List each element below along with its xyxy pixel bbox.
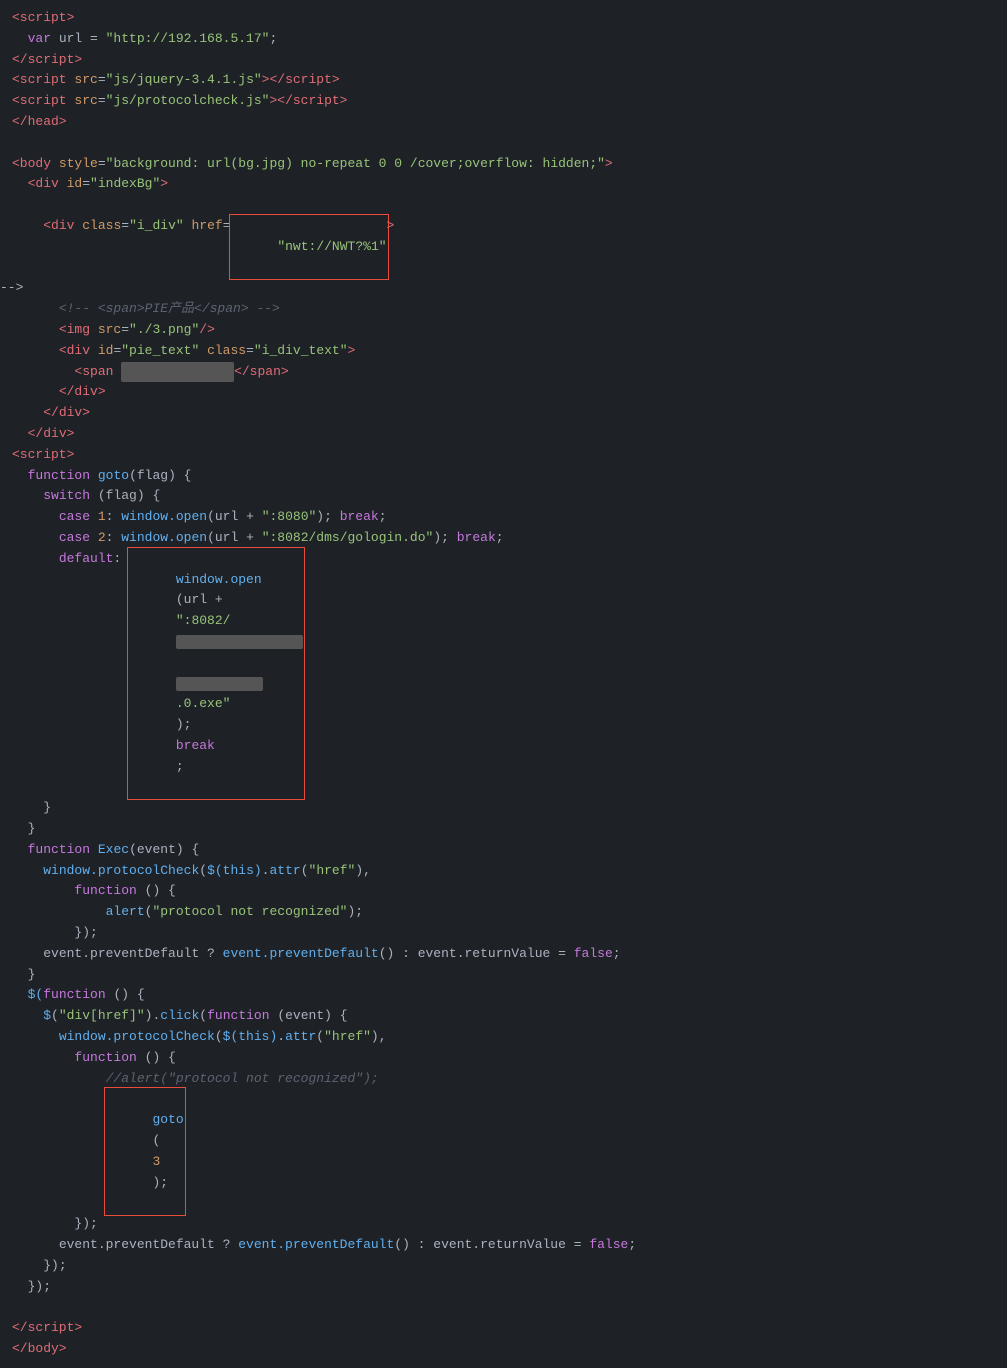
line-29: function () { bbox=[0, 881, 1007, 902]
line-35: $ ( "div[href]" ). click ( function (eve… bbox=[0, 1006, 1007, 1027]
href-highlight: "nwt://NWT?%1" bbox=[231, 216, 387, 278]
line-28: window.protocolCheck ( $(this) . attr ( … bbox=[0, 861, 1007, 882]
line-24: default : window.open (url + ":8082/ .0.… bbox=[0, 549, 1007, 799]
line-6: </head> bbox=[0, 112, 1007, 133]
line-21: switch (flag) { bbox=[0, 486, 1007, 507]
line-34: $( function () { bbox=[0, 985, 1007, 1006]
line-20: function goto ( flag) { bbox=[0, 466, 1007, 487]
line-30: alert ( "protocol not recognized" ); bbox=[0, 902, 1007, 923]
line-9: <div id = "indexBg" > bbox=[0, 174, 1007, 195]
line-45: </script> bbox=[0, 1318, 1007, 1339]
line-27: function Exec (event) { bbox=[0, 840, 1007, 861]
line-23: case 2 : window.open (url + ":8082/dms/g… bbox=[0, 528, 1007, 549]
line-17: </div> bbox=[0, 403, 1007, 424]
line-15: <span </span> bbox=[0, 362, 1007, 383]
line-33: } bbox=[0, 965, 1007, 986]
code-viewer: <script> var url = "http://192.168.5.17"… bbox=[0, 0, 1007, 1368]
line-7 bbox=[0, 133, 1007, 154]
line-39: goto ( 3 ); bbox=[0, 1089, 1007, 1214]
line-31: }); bbox=[0, 923, 1007, 944]
line-38: //alert("protocol not recognized"); bbox=[0, 1069, 1007, 1090]
line-41: event.preventDefault ? event.preventDefa… bbox=[0, 1235, 1007, 1256]
line-44 bbox=[0, 1297, 1007, 1318]
line-1: <script> bbox=[0, 8, 1007, 29]
line-11: <div class = "i_div" href = "nwt://NWT?%… bbox=[0, 216, 1007, 278]
line-26: } bbox=[0, 819, 1007, 840]
line-32: event.preventDefault ? event.preventDefa… bbox=[0, 944, 1007, 965]
line-19: <script> bbox=[0, 445, 1007, 466]
line-2: var url = "http://192.168.5.17" ; bbox=[0, 29, 1007, 50]
line-3: </script> bbox=[0, 50, 1007, 71]
line-25: } bbox=[0, 798, 1007, 819]
line-36: window.protocolCheck ( $(this) . attr ( … bbox=[0, 1027, 1007, 1048]
line-16: </div> bbox=[0, 382, 1007, 403]
line-12: <!-- <span>PIE产品</span> --> bbox=[0, 299, 1007, 320]
line-43: }); bbox=[0, 1277, 1007, 1298]
line-13: <img src = "./3.png" /> bbox=[0, 320, 1007, 341]
line-5: <script src = "js/protocolcheck.js" ></s… bbox=[0, 91, 1007, 112]
default-highlight: window.open (url + ":8082/ .0.exe" ); br… bbox=[129, 549, 303, 799]
line-46: </body> bbox=[0, 1339, 1007, 1360]
line-40: }); bbox=[0, 1214, 1007, 1235]
line-10 bbox=[0, 195, 1007, 216]
line-37: function () { bbox=[0, 1048, 1007, 1069]
line-22: case 1 : window.open (url + ":8080" ); b… bbox=[0, 507, 1007, 528]
line-14: <div id = "pie_text" class = "i_div_text… bbox=[0, 341, 1007, 362]
line-18: </div> bbox=[0, 424, 1007, 445]
line-8: <body style = "background: url(bg.jpg) n… bbox=[0, 154, 1007, 175]
line-4: <script src = "js/jquery-3.4.1.js" ></sc… bbox=[0, 70, 1007, 91]
goto-highlight: goto ( 3 ); bbox=[106, 1089, 184, 1214]
line-42: }); bbox=[0, 1256, 1007, 1277]
